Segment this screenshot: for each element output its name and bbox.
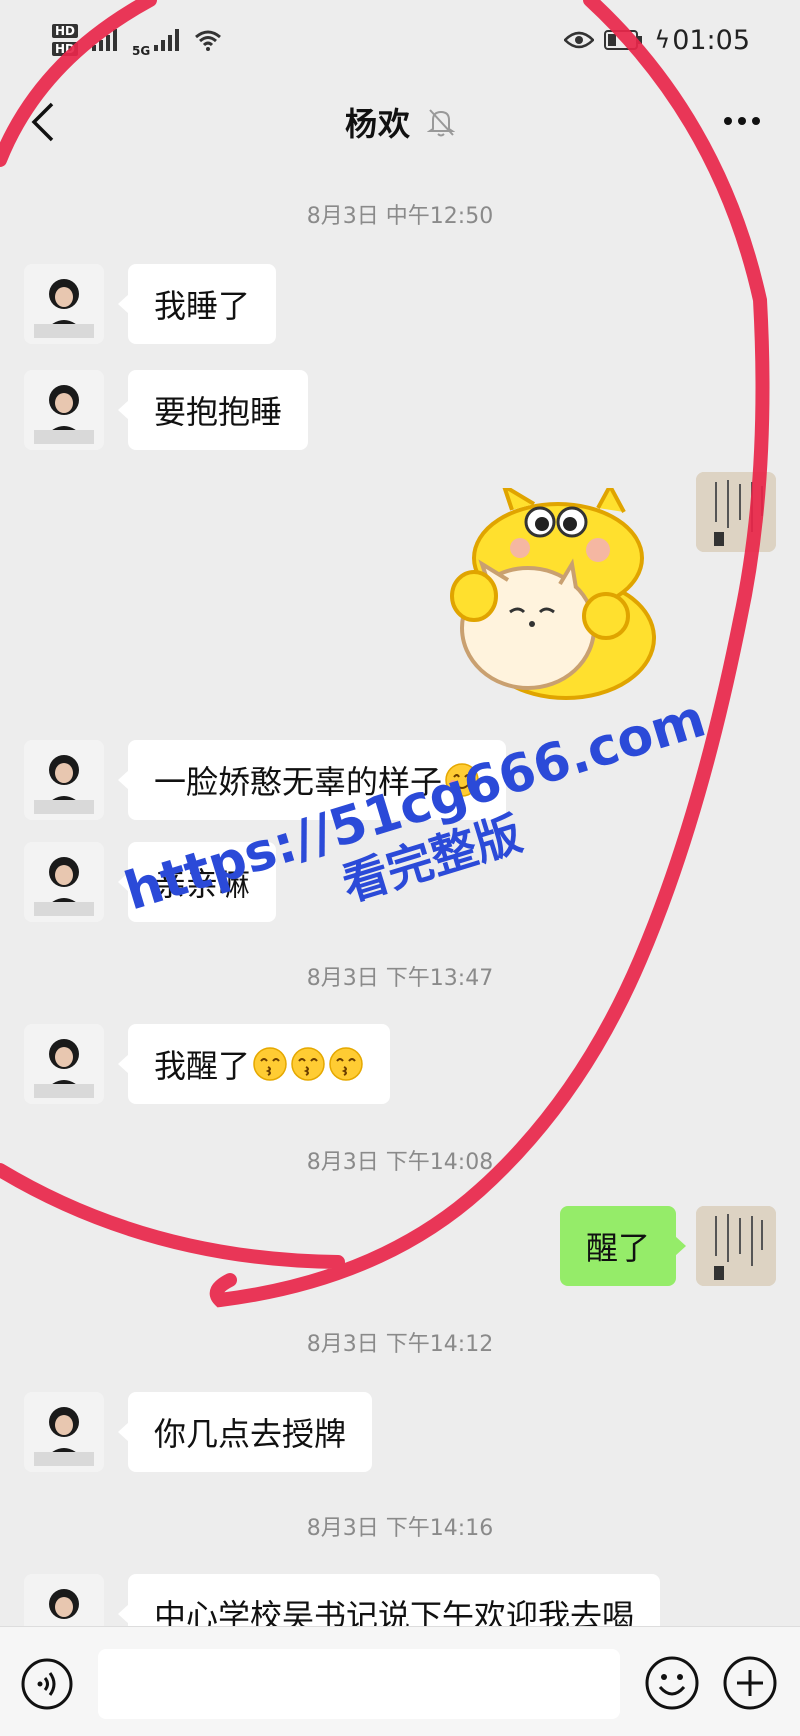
network-label: 5G (132, 44, 151, 58)
avatar[interactable] (24, 740, 104, 820)
emoji-picker-icon[interactable] (644, 1655, 700, 1711)
charging-icon: ϟ (654, 26, 671, 54)
avatar-portrait-icon (24, 1024, 104, 1104)
kissing-face-emoji-icon (329, 1047, 363, 1081)
timestamp: 8月3日 下午14:16 (306, 1516, 494, 1541)
red-annotation-circle-icon (0, 0, 770, 1308)
hd-badge-bottom: HD (52, 42, 79, 56)
signal-icon (92, 29, 118, 51)
status-left: HD HD 5G (52, 22, 222, 58)
message-bubble[interactable]: 你几点去授牌 (117, 1392, 373, 1472)
input-bar (0, 1626, 800, 1736)
battery-icon (604, 30, 643, 50)
avatar[interactable] (24, 1024, 104, 1104)
avatar-portrait-icon (24, 842, 104, 922)
message-bubble[interactable]: 一脸娇憨无辜的样子 (117, 740, 507, 820)
wifi-icon (195, 30, 222, 51)
hd-badges: HD HD (52, 24, 79, 56)
smiling-face-emoji-icon (445, 763, 479, 797)
sent-message-bubble[interactable]: 醒了 (560, 1206, 687, 1286)
avatar[interactable] (24, 264, 104, 344)
yellow-cat-hugging-kitten-sticker-icon (450, 481, 656, 700)
avatar-portrait-icon (24, 740, 104, 820)
more-actions-plus-icon[interactable] (722, 1655, 778, 1711)
eye-icon (564, 31, 595, 49)
chat-header: 杨欢 (0, 80, 800, 164)
avatar-portrait-icon (24, 370, 104, 450)
message-bubble[interactable]: 我睡了 (117, 264, 277, 344)
message-text: 我睡了 (154, 287, 251, 325)
status-right: ϟ 01:05 (564, 25, 750, 56)
mute-bell-icon (427, 109, 455, 137)
message-bubble[interactable]: 亲亲嘛 (117, 842, 277, 922)
avatar-portrait-icon (24, 264, 104, 344)
message-text: 你几点去授牌 (154, 1415, 347, 1453)
message-bubble[interactable]: 要抱抱睡 (117, 370, 309, 450)
signal-icon-2 (154, 29, 180, 51)
status-bar: HD HD 5G ϟ 01:05 (0, 0, 800, 80)
timestamp: 8月3日 下午14:08 (306, 1150, 494, 1175)
message-text: 亲亲嘛 (154, 865, 251, 903)
chat-title: 杨欢 (344, 105, 411, 143)
avatar[interactable] (24, 1392, 104, 1472)
kissing-face-emoji-icon (291, 1047, 325, 1081)
timestamp: 8月3日 下午14:12 (306, 1332, 494, 1357)
avatar[interactable] (24, 842, 104, 922)
message-text: 醒了 (586, 1229, 651, 1267)
sticker[interactable] (448, 481, 664, 706)
message-text: 一脸娇憨无辜的样子 (154, 763, 443, 801)
message-text: 我醒了 (154, 1047, 251, 1085)
more-icon[interactable] (722, 106, 762, 136)
message-input[interactable] (98, 1649, 620, 1719)
back-icon[interactable] (26, 100, 66, 144)
self-avatar[interactable] (696, 1206, 776, 1286)
calligraphy-avatar-icon (696, 472, 776, 552)
self-avatar[interactable] (696, 472, 776, 552)
avatar-portrait-icon (24, 1392, 104, 1472)
message-text: 要抱抱睡 (154, 393, 283, 431)
kissing-face-emoji-icon (253, 1047, 287, 1081)
timestamp: 8月3日 下午13:47 (306, 966, 494, 991)
message-bubble[interactable]: 我醒了 (117, 1024, 391, 1104)
calligraphy-avatar-icon (696, 1206, 776, 1286)
voice-input-icon[interactable] (20, 1657, 74, 1711)
clock: 01:05 (672, 24, 750, 56)
hd-badge-top: HD (52, 24, 79, 38)
timestamp: 8月3日 中午12:50 (306, 204, 494, 229)
avatar[interactable] (24, 370, 104, 450)
